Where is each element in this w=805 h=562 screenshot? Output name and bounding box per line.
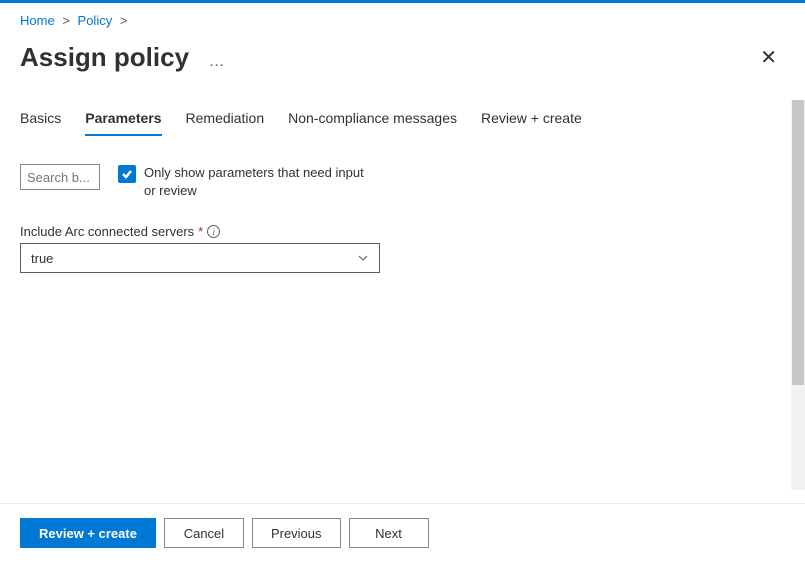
content-area: Basics Parameters Remediation Non-compli… [0, 90, 805, 501]
breadcrumb-separator: > [62, 13, 70, 28]
parameter-label-row: Include Arc connected servers * i [20, 224, 785, 239]
breadcrumb-policy[interactable]: Policy [78, 13, 113, 28]
tab-review-create[interactable]: Review + create [481, 110, 582, 136]
scrollbar-track[interactable] [791, 100, 805, 490]
required-indicator: * [198, 224, 203, 239]
more-actions-button[interactable]: … [209, 53, 227, 70]
tab-bar: Basics Parameters Remediation Non-compli… [20, 110, 785, 136]
dropdown-value: true [31, 251, 53, 266]
close-button[interactable]: ✕ [752, 41, 785, 74]
tab-parameters[interactable]: Parameters [85, 110, 161, 136]
only-show-checkbox[interactable] [118, 165, 136, 183]
close-icon: ✕ [760, 47, 777, 69]
breadcrumb-separator: > [120, 13, 128, 28]
parameter-label: Include Arc connected servers [20, 224, 194, 239]
breadcrumb-home[interactable]: Home [20, 13, 55, 28]
previous-button[interactable]: Previous [252, 518, 341, 548]
page-title: Assign policy [20, 42, 189, 73]
cancel-button[interactable]: Cancel [164, 518, 244, 548]
tab-remediation[interactable]: Remediation [186, 110, 265, 136]
footer-action-bar: Review + create Cancel Previous Next [0, 503, 805, 562]
review-create-button[interactable]: Review + create [20, 518, 156, 548]
scrollbar-thumb[interactable] [792, 100, 804, 385]
include-arc-dropdown[interactable]: true [20, 243, 380, 273]
only-show-checkbox-wrap: Only show parameters that need input or … [118, 164, 378, 200]
parameter-field: Include Arc connected servers * i true [20, 224, 785, 273]
page-header: Assign policy … ✕ [0, 33, 805, 90]
checkmark-icon [121, 168, 133, 180]
tab-noncompliance-messages[interactable]: Non-compliance messages [288, 110, 457, 136]
search-input[interactable] [20, 164, 100, 190]
filter-row: Only show parameters that need input or … [20, 164, 785, 200]
tab-basics[interactable]: Basics [20, 110, 61, 136]
only-show-checkbox-label: Only show parameters that need input or … [144, 164, 378, 200]
breadcrumb: Home > Policy > [0, 3, 805, 33]
info-icon[interactable]: i [207, 225, 220, 238]
chevron-down-icon [357, 252, 369, 264]
next-button[interactable]: Next [349, 518, 429, 548]
